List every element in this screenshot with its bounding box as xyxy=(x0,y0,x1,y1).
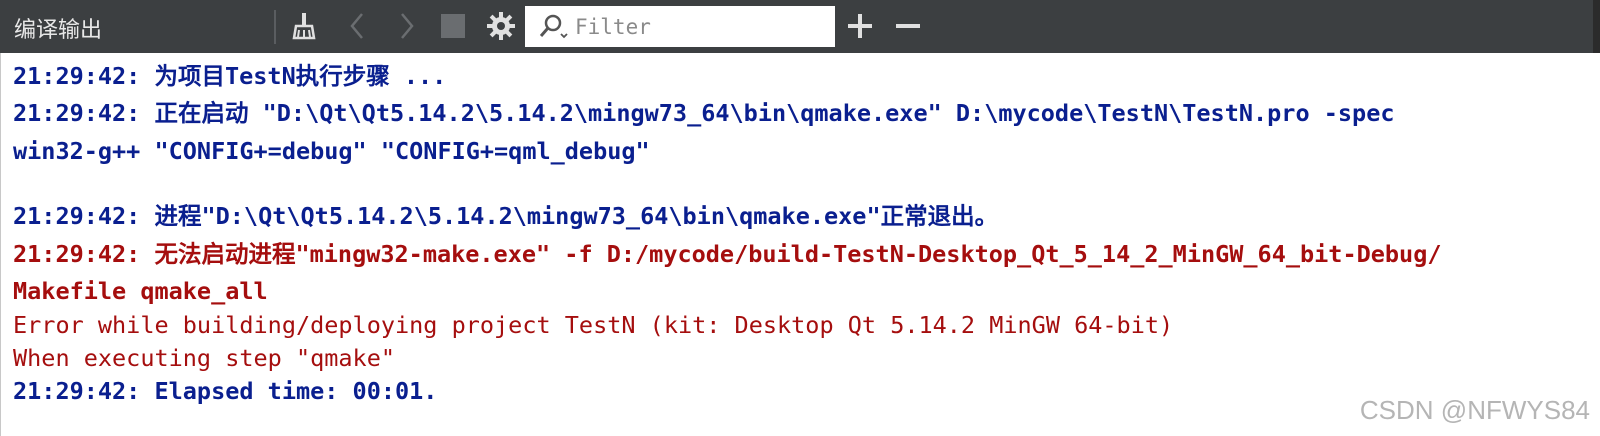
stop-button[interactable] xyxy=(435,8,471,44)
search-icon xyxy=(539,14,568,39)
error-line: Error while building/deploying project T… xyxy=(13,311,1174,339)
chevron-left-icon xyxy=(350,13,363,39)
filter-input[interactable] xyxy=(575,6,825,47)
output-line: win32-g++ "CONFIG+=debug" "CONFIG+=qml_d… xyxy=(13,137,650,165)
next-button[interactable] xyxy=(388,8,424,44)
toolbar-separator xyxy=(274,10,276,44)
error-line: When executing step "qmake" xyxy=(13,344,396,372)
chevron-right-icon xyxy=(401,13,414,39)
filter-box[interactable] xyxy=(525,6,835,47)
zoom-in-icon xyxy=(848,14,872,38)
output-line: 21:29:42: 为项目TestN执行步骤 ... xyxy=(13,62,447,90)
clean-icon xyxy=(292,13,316,40)
watermark: CSDN @NFWYS84 xyxy=(1359,395,1590,425)
toolbar-edge xyxy=(1593,0,1600,53)
gear-icon xyxy=(487,12,515,40)
panel-title: 编译输出 xyxy=(14,18,103,43)
error-line: Makefile qmake_all xyxy=(13,277,268,305)
zoom-in-button[interactable] xyxy=(842,8,878,44)
clean-button[interactable] xyxy=(288,8,324,44)
output-line: 21:29:42: Elapsed time: 00:01. xyxy=(13,377,438,405)
error-line: 21:29:42: 无法启动进程"mingw32-make.exe" -f D:… xyxy=(13,240,1442,268)
zoom-out-button[interactable] xyxy=(890,8,926,44)
output-pane-toolbar: 编译输出 xyxy=(0,0,1600,53)
output-line: 21:29:42: 进程"D:\Qt\Qt5.14.2\5.14.2\mingw… xyxy=(13,202,999,230)
settings-button[interactable] xyxy=(483,8,519,44)
output-line: 21:29:42: 正在启动 "D:\Qt\Qt5.14.2\5.14.2\mi… xyxy=(13,99,1395,127)
zoom-out-icon xyxy=(896,24,920,28)
previous-button[interactable] xyxy=(340,8,376,44)
compile-output-text[interactable]: 21:29:42: 为项目TestN执行步骤 ... 21:29:42: 正在启… xyxy=(0,53,1600,436)
stop-icon xyxy=(441,14,465,38)
